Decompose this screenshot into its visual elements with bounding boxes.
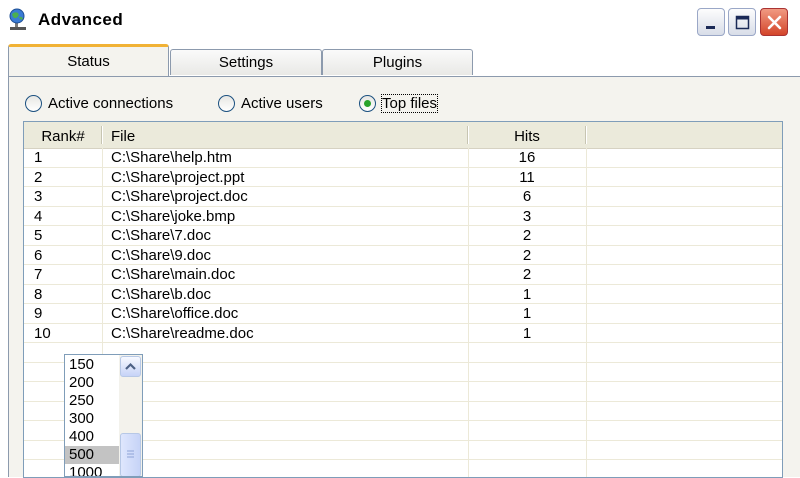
- dropdown-option[interactable]: 150: [65, 356, 121, 374]
- radio-label: Top files: [380, 93, 439, 113]
- file-cell: C:\Share\main.doc: [111, 266, 236, 283]
- minimize-button[interactable]: [697, 8, 725, 36]
- rank-cell: 2: [34, 168, 43, 186]
- file-cell: C:\Share\readme.doc: [111, 324, 254, 342]
- column-header-empty: [586, 122, 782, 148]
- dropdown-option[interactable]: 500: [65, 446, 121, 464]
- hits-cell: 6: [522, 188, 532, 205]
- grid-line: [24, 244, 782, 246]
- table-row[interactable]: 9 C:\Share\office.doc 1: [24, 304, 782, 323]
- dropdown-option[interactable]: 250: [65, 392, 121, 410]
- tab-label: Status: [67, 53, 110, 70]
- hits-cell: 2: [522, 246, 532, 264]
- file-cell: C:\Share\project.ppt: [111, 168, 245, 186]
- radio-active-connections[interactable]: Active connections: [25, 93, 173, 113]
- file-cell: C:\Share\9.doc: [111, 246, 212, 264]
- window-title: Advanced: [38, 10, 124, 29]
- radio-label: Active connections: [48, 94, 174, 112]
- scroll-up-button[interactable]: [120, 356, 141, 377]
- column-header-rank[interactable]: Rank#: [24, 122, 102, 148]
- dropdown-option[interactable]: 200: [65, 374, 121, 392]
- rank-cell: 3: [34, 188, 43, 205]
- radio-selected-dot: [364, 99, 371, 107]
- column-header-file[interactable]: File: [102, 122, 468, 148]
- radio-circle: [359, 94, 376, 112]
- grid-line: [24, 322, 782, 324]
- file-cell: C:\Share\7.doc: [111, 227, 212, 244]
- table-row[interactable]: 4 C:\Share\joke.bmp 3: [24, 207, 782, 226]
- view-mode-group: Active connections Active users Top file…: [25, 93, 795, 113]
- dropdown-scrollbar[interactable]: [119, 355, 142, 476]
- table-header: Rank# File Hits: [24, 122, 782, 149]
- maximize-icon: [735, 15, 750, 30]
- table-row[interactable]: 7 C:\Share\main.doc 2: [24, 265, 782, 284]
- file-cell: C:\Share\project.doc: [111, 188, 248, 205]
- table-row[interactable]: 6 C:\Share\9.doc 2: [24, 246, 782, 265]
- radio-active-users[interactable]: Active users: [218, 93, 323, 113]
- grid-line: [24, 166, 782, 168]
- rank-cell: 4: [34, 207, 43, 225]
- grid-line: [24, 225, 782, 226]
- rank-cell: 10: [34, 324, 51, 342]
- hits-cell: 2: [522, 266, 532, 283]
- hits-cell: 1: [522, 305, 532, 322]
- hits-cell: 2: [522, 227, 532, 244]
- maximize-button[interactable]: [728, 8, 756, 36]
- radio-circle: [25, 94, 42, 112]
- dropdown-option[interactable]: 400: [65, 428, 121, 446]
- table-row[interactable]: 1 C:\Share\help.htm 16: [24, 148, 782, 167]
- rank-cell: 7: [34, 266, 43, 283]
- close-button[interactable]: [760, 8, 788, 36]
- rank-cell: 8: [34, 285, 43, 303]
- hits-cell: 16: [518, 149, 536, 166]
- radio-top-files[interactable]: Top files: [359, 93, 439, 113]
- radio-label: Active users: [241, 94, 323, 112]
- grid-line: [24, 264, 782, 265]
- tab-settings[interactable]: Settings: [170, 49, 322, 75]
- file-cell: C:\Share\help.htm: [111, 149, 232, 166]
- grid-line: [24, 342, 782, 343]
- rank-cell: 1: [34, 149, 43, 166]
- dropdown-option[interactable]: 300: [65, 410, 121, 428]
- file-cell: C:\Share\office.doc: [111, 305, 239, 322]
- dropdown-option[interactable]: 1000: [65, 464, 121, 476]
- grip-icon: [127, 450, 134, 458]
- hits-cell: 1: [522, 285, 532, 303]
- title-bar: Advanced: [0, 0, 800, 44]
- tab-strip: Status Settings Plugins: [0, 44, 800, 76]
- hits-cell: 3: [522, 207, 532, 225]
- table-row[interactable]: 10 C:\Share\readme.doc 1: [24, 324, 782, 343]
- file-cell: C:\Share\joke.bmp: [111, 207, 236, 225]
- tab-label: Plugins: [372, 54, 423, 71]
- tab-label: Settings: [218, 54, 274, 71]
- grid-line: [24, 205, 782, 207]
- table-row[interactable]: 2 C:\Share\project.ppt 11: [24, 168, 782, 187]
- grid-line: [24, 283, 782, 285]
- grid-line: [24, 303, 782, 304]
- tab-plugins[interactable]: Plugins: [322, 49, 473, 75]
- file-cell: C:\Share\b.doc: [111, 285, 212, 303]
- rank-cell: 6: [34, 246, 43, 264]
- radio-circle: [218, 94, 235, 112]
- table-row[interactable]: 5 C:\Share\7.doc 2: [24, 226, 782, 245]
- minimize-icon: [706, 26, 715, 29]
- table-row[interactable]: 3 C:\Share\project.doc 6: [24, 187, 782, 206]
- rank-cell: 5: [34, 227, 43, 244]
- count-dropdown-list[interactable]: 150 200 250 300 400 500 1000: [64, 354, 143, 477]
- scroll-thumb[interactable]: [120, 433, 141, 476]
- close-icon: [767, 15, 782, 30]
- chevron-up-icon: [125, 362, 136, 370]
- network-globe-icon: [6, 7, 30, 31]
- grid-line: [24, 186, 782, 187]
- hits-cell: 11: [519, 168, 535, 186]
- column-header-hits[interactable]: Hits: [468, 122, 586, 148]
- table-row[interactable]: 8 C:\Share\b.doc 1: [24, 285, 782, 304]
- rank-cell: 9: [34, 305, 43, 322]
- tab-status[interactable]: Status: [8, 44, 169, 76]
- hits-cell: 1: [522, 324, 532, 342]
